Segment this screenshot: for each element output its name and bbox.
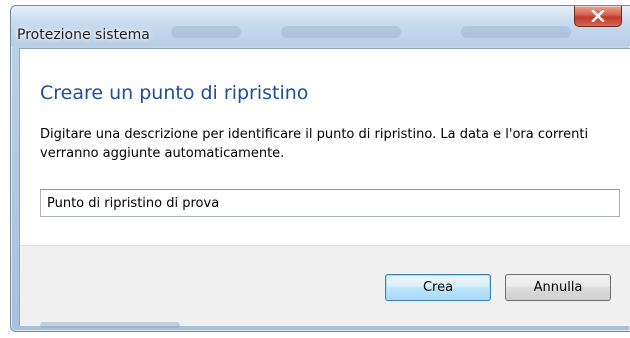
- title-bar[interactable]: Protezione sistema: [11, 6, 630, 46]
- background-blur: [40, 322, 180, 328]
- window-title: Protezione sistema: [17, 27, 150, 43]
- restore-point-name-input[interactable]: [40, 189, 620, 217]
- background-blur: [461, 26, 571, 38]
- screen: Protezione sistema Creare un punto di ri…: [0, 0, 630, 338]
- dialog-heading: Creare un punto di ripristino: [40, 82, 309, 104]
- cancel-button[interactable]: Annulla: [505, 274, 611, 301]
- background-blur: [171, 26, 241, 38]
- create-button[interactable]: Crea: [385, 274, 491, 301]
- dialog-window: Protezione sistema Creare un punto di ri…: [10, 5, 630, 332]
- dialog-content: Creare un punto di ripristino Digitare u…: [19, 48, 630, 326]
- dialog-description: Digitare una descrizione per identificar…: [40, 127, 589, 161]
- background-blur: [281, 26, 401, 38]
- dialog-footer: Crea Annulla: [20, 245, 630, 326]
- close-icon: [591, 10, 605, 22]
- close-button[interactable]: [574, 6, 622, 27]
